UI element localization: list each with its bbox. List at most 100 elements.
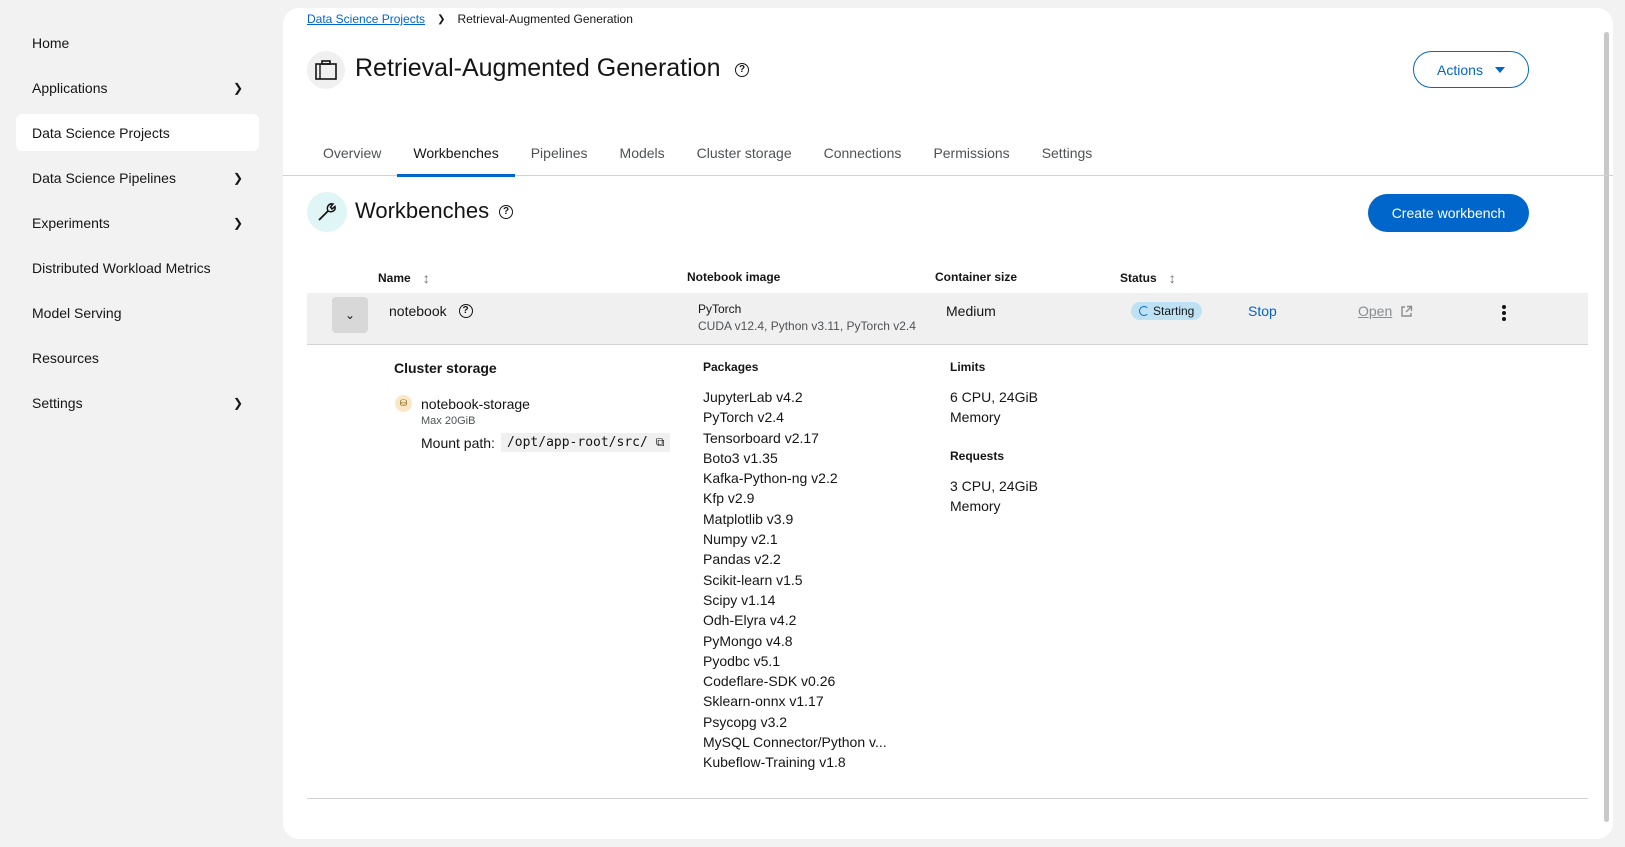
package-item: Scipy v1.14 <box>703 591 776 608</box>
tab-permissions[interactable]: Permissions <box>917 130 1025 176</box>
stop-button[interactable]: Stop <box>1248 303 1277 319</box>
tab-overview[interactable]: Overview <box>307 130 397 176</box>
section-title: Workbenches <box>355 198 490 223</box>
briefcase-icon <box>315 60 337 80</box>
column-header-name[interactable]: Name ↕ <box>378 270 430 286</box>
sidebar-item-distributed-workload-metrics[interactable]: Distributed Workload Metrics <box>16 249 259 286</box>
actions-label: Actions <box>1437 61 1483 78</box>
requests-value: 3 CPU, 24GiB Memory <box>950 476 1038 517</box>
status-badge[interactable]: Starting <box>1131 302 1203 320</box>
open-link[interactable]: Open <box>1358 303 1413 319</box>
limits-value: 6 CPU, 24GiB Memory <box>950 387 1038 428</box>
requests-line: Memory <box>950 498 1001 515</box>
sidebar-item-label: Data Science Pipelines <box>32 169 176 186</box>
column-label: Notebook image <box>687 270 781 284</box>
spinner-icon <box>1139 306 1149 316</box>
sidebar-item-resources[interactable]: Resources <box>16 339 259 376</box>
cluster-storage-title: Cluster storage <box>394 360 497 376</box>
sidebar-item-data-science-projects[interactable]: Data Science Projects <box>16 114 259 151</box>
column-header-status[interactable]: Status ↕ <box>1120 270 1176 286</box>
sidebar-item-label: Distributed Workload Metrics <box>32 259 211 276</box>
package-item: Kafka-Python-ng v2.2 <box>703 470 838 487</box>
sidebar-item-model-serving[interactable]: Model Serving <box>16 294 259 331</box>
chevron-right-icon: ❯ <box>437 13 446 25</box>
project-icon <box>307 51 345 89</box>
column-header-size: Container size <box>935 270 1017 284</box>
sidebar-item-label: Data Science Projects <box>32 124 170 141</box>
column-label: Name <box>378 271 411 285</box>
workbench-section-icon <box>307 192 347 232</box>
help-icon[interactable]: ? <box>735 63 749 77</box>
package-item: Numpy v2.1 <box>703 531 778 548</box>
requests-line: 3 CPU, 24GiB <box>950 478 1038 494</box>
mount-label: Mount path: <box>421 434 495 451</box>
limits-line: Memory <box>950 409 1001 426</box>
project-tabs: Overview Workbenches Pipelines Models Cluste… <box>283 130 1613 177</box>
workbench-name-cell: notebook ? <box>389 303 473 319</box>
storage-name: notebook-storage <box>421 396 530 412</box>
limits-title: Limits <box>950 360 986 374</box>
actions-dropdown-button[interactable]: Actions <box>1413 51 1529 88</box>
sidebar-item-label: Home <box>32 34 70 51</box>
sidebar-item-home[interactable]: Home <box>16 24 259 61</box>
main-content: Data Science Projects ❯ Retrieval-Augmen… <box>283 8 1613 839</box>
caret-down-icon <box>1494 66 1505 73</box>
packages-title: Packages <box>703 360 759 374</box>
database-icon: ⛁ <box>395 395 412 412</box>
open-label: Open <box>1358 303 1393 319</box>
sort-icon[interactable]: ↕ <box>1169 270 1176 286</box>
package-item: Scikit-learn v1.5 <box>703 571 803 588</box>
breadcrumb-current: Retrieval-Augmented Generation <box>457 12 633 26</box>
kebab-menu-icon[interactable] <box>1499 305 1509 321</box>
help-icon[interactable]: ? <box>458 304 473 318</box>
tab-settings[interactable]: Settings <box>1026 130 1109 176</box>
breadcrumb-link-projects[interactable]: Data Science Projects <box>307 12 425 26</box>
package-item: Codeflare-SDK v0.26 <box>703 673 836 690</box>
copy-icon[interactable]: ⧉ <box>656 435 665 450</box>
sidebar-nav: Home Applications ❯ Data Science Projects Da… <box>0 0 275 847</box>
tab-workbenches[interactable]: Workbenches <box>397 130 516 177</box>
sort-icon[interactable]: ↕ <box>423 270 430 286</box>
page-title: Retrieval-Augmented Generation <box>355 54 721 82</box>
chevron-down-icon: ⌄ <box>344 308 356 322</box>
mount-path-text: /opt/app-root/src/ <box>506 435 648 450</box>
wrench-icon <box>318 203 336 221</box>
tab-pipelines[interactable]: Pipelines <box>515 130 604 176</box>
sidebar-item-settings[interactable]: Settings ❯ <box>16 384 259 421</box>
storage-max: Max 20GiB <box>421 415 476 427</box>
limits-line: 6 CPU, 24GiB <box>950 389 1038 405</box>
workbench-name: notebook <box>389 303 447 319</box>
requests-title: Requests <box>950 449 1005 463</box>
column-label: Status <box>1120 271 1157 285</box>
expand-row-button[interactable]: ⌄ <box>332 297 368 333</box>
tab-connections[interactable]: Connections <box>808 130 918 176</box>
package-item: Pandas v2.2 <box>703 551 781 568</box>
image-name: PyTorch <box>698 302 742 316</box>
notebook-image-cell: PyTorch CUDA v12.4, Python v3.11, PyTorc… <box>698 301 916 335</box>
sidebar-item-label: Experiments <box>32 214 110 231</box>
sidebar-item-data-science-pipelines[interactable]: Data Science Pipelines ❯ <box>16 159 259 196</box>
package-item: Boto3 v1.35 <box>703 449 778 466</box>
sidebar-item-experiments[interactable]: Experiments ❯ <box>16 204 259 241</box>
sidebar-item-label: Applications <box>32 79 108 96</box>
image-detail: CUDA v12.4, Python v3.11, PyTorch v2.4 <box>698 319 916 333</box>
package-item: Matplotlib v3.9 <box>703 510 794 527</box>
package-item: Tensorboard v2.17 <box>703 429 819 446</box>
mount-path-value: /opt/app-root/src/ ⧉ <box>500 433 671 452</box>
divider <box>307 798 1588 799</box>
create-workbench-button[interactable]: Create workbench <box>1368 194 1529 232</box>
container-size: Medium <box>946 303 996 319</box>
chevron-right-icon: ❯ <box>232 80 243 95</box>
sidebar-item-applications[interactable]: Applications ❯ <box>16 69 259 106</box>
column-header-image: Notebook image <box>687 270 780 284</box>
package-item: Pyodbc v5.1 <box>703 652 781 669</box>
status-label: Starting <box>1153 304 1195 318</box>
chevron-right-icon: ❯ <box>232 170 243 185</box>
tab-cluster-storage[interactable]: Cluster storage <box>681 130 808 176</box>
package-item: Kfp v2.9 <box>703 490 755 507</box>
help-icon[interactable]: ? <box>499 205 513 219</box>
breadcrumb: Data Science Projects ❯ Retrieval-Augmen… <box>307 12 633 26</box>
tab-models[interactable]: Models <box>604 130 681 176</box>
package-item: Kubeflow-Training v1.8 <box>703 754 846 771</box>
package-item: JupyterLab v4.2 <box>703 389 803 405</box>
